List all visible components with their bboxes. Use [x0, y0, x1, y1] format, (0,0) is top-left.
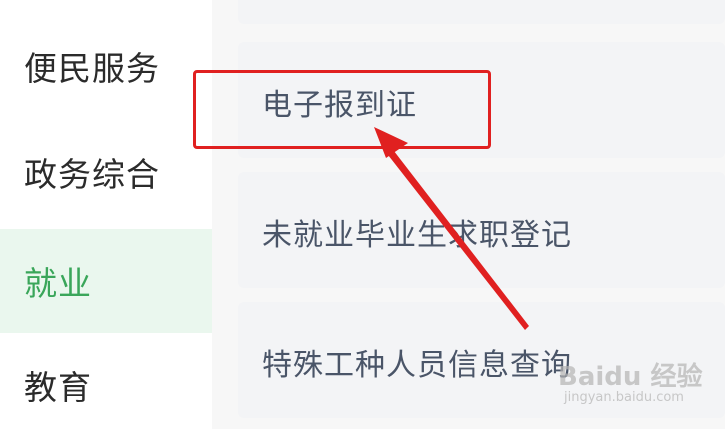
category-sidebar: 便民服务 政务综合 就业 教育	[0, 0, 212, 429]
service-card-partial[interactable]	[238, 0, 725, 24]
watermark-url: jingyan.baidu.com	[564, 390, 684, 405]
sidebar-item-label: 便民服务	[24, 49, 160, 88]
sidebar-item-employment[interactable]: 就业	[0, 229, 212, 333]
sidebar-item-education[interactable]: 教育	[0, 333, 212, 437]
service-card-label: 特殊工种人员信息查询	[262, 348, 572, 383]
watermark-logo-text: Baidu 经验	[558, 362, 703, 392]
sidebar-item-label: 就业	[24, 264, 92, 303]
sidebar-item-convenience-services[interactable]: 便民服务	[0, 14, 212, 118]
sidebar-item-label: 政务综合	[24, 155, 160, 194]
baidu-jingyan-watermark: Baidu 经验 jingyan.baidu.com	[558, 350, 718, 410]
sidebar-item-label: 教育	[24, 368, 92, 407]
service-card-unemployed-graduate-registration[interactable]: 未就业毕业生求职登记	[238, 172, 725, 288]
service-card-label: 未就业毕业生求职登记	[262, 218, 572, 253]
sidebar-item-government-affairs[interactable]: 政务综合	[0, 120, 212, 224]
highlight-box	[193, 70, 491, 149]
